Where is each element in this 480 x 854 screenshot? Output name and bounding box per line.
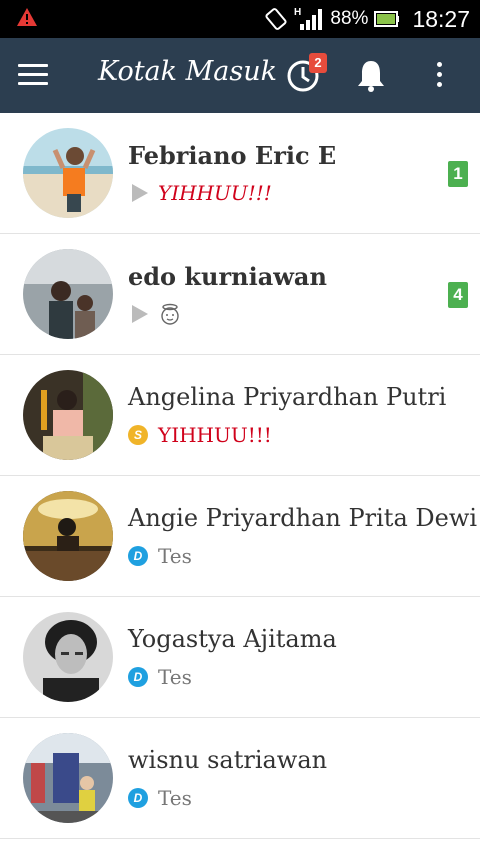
status-d-icon: D: [128, 788, 148, 808]
conversation-row[interactable]: Febriano Eric E YIHHUU!!! 1: [0, 113, 480, 234]
network-type: H: [294, 7, 301, 18]
avatar: [23, 733, 113, 823]
battery-icon: [374, 11, 400, 27]
menu-icon[interactable]: [18, 64, 48, 86]
message-preview: [128, 301, 182, 327]
unread-count-badge: 4: [448, 282, 468, 308]
play-icon: [132, 305, 148, 323]
bell-icon[interactable]: [355, 58, 387, 94]
status-d-icon: D: [128, 546, 148, 566]
conversation-row[interactable]: Yogastya Ajitama D Tes: [0, 597, 480, 718]
preview-text: Tes: [158, 544, 192, 568]
avatar: [23, 491, 113, 581]
conversation-row[interactable]: edo kurniawan 4: [0, 234, 480, 355]
contact-name: Febriano Eric E: [128, 141, 337, 170]
status-d-icon: D: [128, 667, 148, 687]
message-preview: S YIHHUU!!!: [128, 422, 272, 448]
contact-name: Angelina Priyardhan Putri: [128, 383, 447, 411]
warning-icon: [17, 8, 37, 26]
contact-name: wisnu satriawan: [128, 746, 328, 774]
avatar: [23, 370, 113, 460]
message-preview: YIHHUU!!!: [128, 180, 272, 206]
rotate-icon: [265, 8, 287, 30]
conversation-list: Febriano Eric E YIHHUU!!! 1 edo kurniawa…: [0, 113, 480, 839]
history-badge: 2: [309, 53, 327, 73]
page-title: Kotak Masuk: [98, 56, 277, 87]
app-bar: Kotak Masuk 2: [0, 38, 480, 113]
message-preview: D Tes: [128, 543, 192, 569]
contact-name: edo kurniawan: [128, 262, 327, 291]
message-preview: D Tes: [128, 785, 192, 811]
conversation-row[interactable]: Angelina Priyardhan Putri S YIHHUU!!!: [0, 355, 480, 476]
avatar: [23, 128, 113, 218]
contact-name: Angie Priyardhan Prita Dewi: [128, 504, 478, 532]
status-s-icon: S: [128, 425, 148, 445]
preview-text: YIHHUU!!!: [158, 423, 272, 447]
avatar: [23, 249, 113, 339]
more-vert-icon[interactable]: [434, 62, 444, 92]
signal-icon: H: [294, 7, 323, 30]
angel-emoji-icon: [161, 303, 179, 325]
preview-text: YIHHUU!!!: [158, 181, 272, 205]
preview-text: Tes: [158, 786, 192, 810]
avatar: [23, 612, 113, 702]
unread-count-badge: 1: [448, 161, 468, 187]
clock: 18:27: [412, 5, 470, 32]
contact-name: Yogastya Ajitama: [128, 625, 337, 653]
status-bar: H 88% 18:27: [0, 0, 480, 38]
conversation-row[interactable]: wisnu satriawan D Tes: [0, 718, 480, 839]
battery-percent: 88%: [330, 8, 369, 29]
play-icon: [132, 184, 148, 202]
preview-text: Tes: [158, 665, 192, 689]
message-preview: D Tes: [128, 664, 192, 690]
conversation-row[interactable]: Angie Priyardhan Prita Dewi D Tes: [0, 476, 480, 597]
